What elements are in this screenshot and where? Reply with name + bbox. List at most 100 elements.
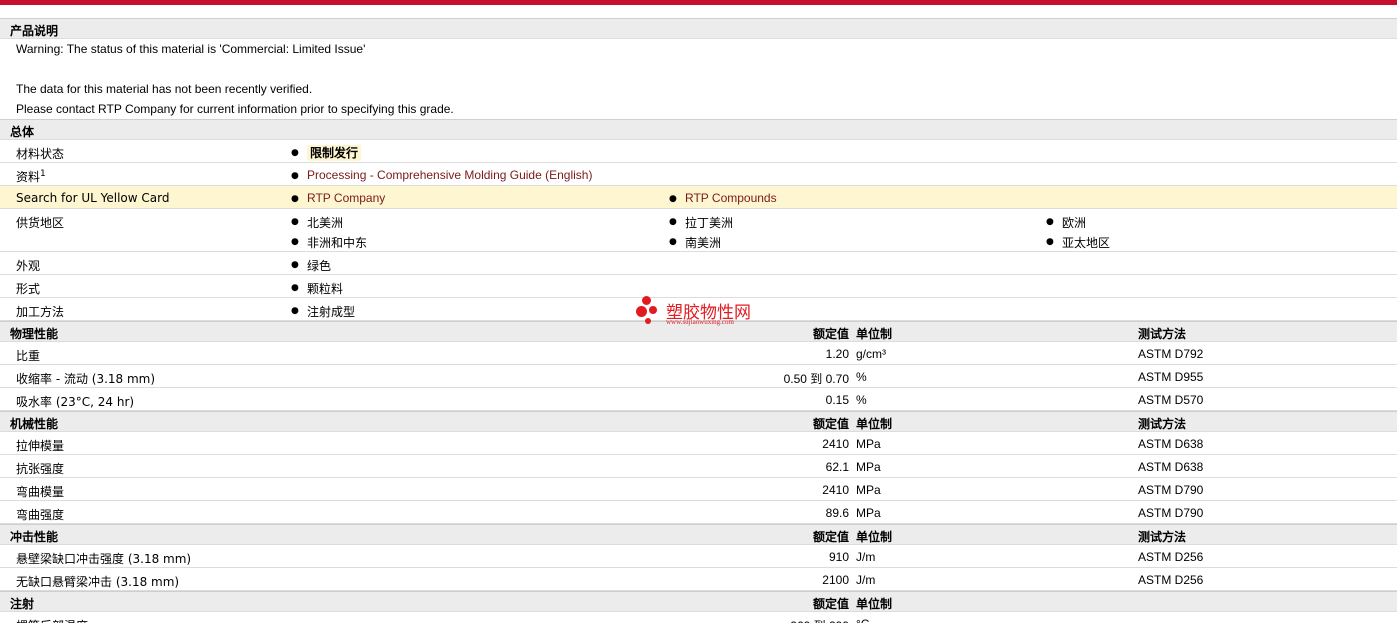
description-line: Please contact RTP Company for current i… [0,99,1397,119]
section-title: 总体 [10,125,35,139]
property-test-method: ASTM D256 [1138,550,1204,564]
general-value: 非洲和中东 [307,236,368,250]
general-rows: 材料状态 ● 限制发行资料1 ● Processing - Comprehensive … [0,140,1397,321]
site-watermark: 塑胶物性网 www.sujiaowuxing.com [636,296,766,330]
column-header-unit: 单位制 [856,327,893,341]
property-row: 悬壁梁缺口冲击强度 (3.18 mm) 910 J/m ASTM D256 [0,545,1397,568]
general-link[interactable]: Processing - Comprehensive Molding Guide… [307,168,592,182]
property-unit: % [856,393,867,407]
general-value: 颗粒料 [307,282,344,296]
property-test-method: ASTM D638 [1138,460,1204,474]
footnote-marker[interactable]: 1 [40,169,46,179]
property-label: 吸水率 (23°C, 24 hr) [16,395,135,409]
general-row-label: 加工方法 [16,303,64,320]
description-text: Warning: The status of this material is … [16,42,366,56]
general-row: 供货地区 ● 北美洲 ● 非洲和中东 ● 拉丁美洲 ● 南美洲 ● 欧洲 ● 亚太地区 [0,209,1397,252]
property-row: 无缺口悬臂梁冲击 (3.18 mm) 2100 J/m ASTM D256 [0,568,1397,591]
section-title: 产品说明 [10,24,59,38]
top-spacer [0,5,1397,18]
property-row: 螺筒后部温度 260 到 299 °C [0,612,1397,623]
general-link[interactable]: RTP Company [307,191,385,205]
general-row-label-text: 资料 [16,170,41,184]
property-value: 2410 [822,437,849,451]
property-unit: MPa [856,483,881,497]
column-header-nominal: 额定值 [812,417,849,431]
general-value: 绿色 [307,259,332,273]
property-unit: % [856,370,867,384]
property-value: 260 到 299 [790,617,849,623]
watermark-url: www.sujiaowuxing.com [666,318,734,326]
description-line: Warning: The status of this material is … [0,39,1397,59]
property-unit: g/cm³ [856,347,886,361]
general-row-label-text: 形式 [16,282,41,296]
property-test-method: ASTM D256 [1138,573,1204,587]
column-header-method: 测试方法 [1138,530,1187,544]
bullet-icon: ● [291,217,299,227]
property-value: 0.15 [825,393,849,407]
column-header-unit: 单位制 [856,417,893,431]
property-unit: J/m [856,550,876,564]
property-label: 拉伸模量 [16,439,65,453]
general-value: 欧洲 [1062,216,1087,230]
column-header-unit: 单位制 [856,530,893,544]
property-test-method: ASTM D955 [1138,370,1204,384]
general-row-label: 材料状态 [16,145,64,162]
property-row: 收缩率 - 流动 (3.18 mm) 0.50 到 0.70% ASTM D955 [0,365,1397,388]
general-row: 形式 ● 颗粒料 [0,275,1397,298]
bullet-icon: ● [291,283,299,293]
property-label: 弯曲强度 [16,508,65,522]
general-value: 北美洲 [307,216,344,230]
property-value: 0.50 到 0.70 [783,372,849,386]
bullet-icon: ● [669,217,677,227]
property-unit: MPa [856,460,881,474]
property-test-method: ASTM D570 [1138,393,1204,407]
property-value: 2100 [822,573,849,587]
general-link[interactable]: RTP Compounds [685,191,777,205]
property-row: 抗张强度 62.1 MPa ASTM D638 [0,455,1397,478]
general-value: 注射成型 [307,305,356,319]
property-unit: MPa [856,437,881,451]
description-lines: Warning: The status of this material is … [0,39,1397,119]
general-row-label: 资料1 [16,168,46,185]
section-header-general: 总体 [0,119,1397,140]
general-value: 拉丁美洲 [685,216,734,230]
general-row-label: Search for UL Yellow Card [16,191,169,205]
description-line [0,59,1397,79]
property-row: 吸水率 (23°C, 24 hr) 0.15% ASTM D570 [0,388,1397,411]
property-label: 螺筒后部温度 [16,617,88,623]
section-header: 机械性能 额定值 单位制 测试方法 [0,411,1397,432]
bullet-icon: ● [291,148,299,158]
description-line: The data for this material has not been … [0,79,1397,99]
bullet-icon: ● [669,237,677,247]
bullet-icon: ● [291,171,299,181]
bullet-icon: ● [1046,217,1054,227]
general-value: 限制发行 [307,144,362,161]
property-test-method: ASTM D790 [1138,483,1204,497]
general-row-label-text: 材料状态 [16,147,65,161]
general-row-label-text: 外观 [16,259,41,273]
description-text: The data for this material has not been … [16,82,313,96]
general-row: Search for UL Yellow Card ● RTP Company ● RT… [0,186,1397,209]
property-unit: MPa [856,506,881,520]
bullet-icon: ● [669,194,677,204]
property-label: 抗张强度 [16,462,65,476]
general-value: 南美洲 [685,236,722,250]
section-header: 冲击性能 额定值 单位制 测试方法 [0,524,1397,545]
bullet-icon: ● [291,260,299,270]
section-title: 注射 [10,597,35,611]
general-row-label-text: Search for UL Yellow Card [16,191,170,205]
property-sections: 物理性能 额定值 单位制 测试方法 比重 1.20 g/cm³ ASTM D792 收缩率 - … [0,321,1397,623]
general-row-label: 供货地区 [16,214,64,231]
property-row: 弯曲强度 89.6 MPa ASTM D790 [0,501,1397,524]
general-row-label: 形式 [16,280,40,297]
general-value: 亚太地区 [1062,236,1111,250]
description-text: Please contact RTP Company for current i… [16,102,454,116]
general-row: 资料1 ● Processing - Comprehensive Molding G… [0,163,1397,186]
section-header-description: 产品说明 [0,18,1397,39]
property-value: 2410 [822,483,849,497]
property-test-method: ASTM D638 [1138,437,1204,451]
column-header-nominal: 额定值 [812,597,849,611]
bullet-icon: ● [291,306,299,316]
section-title: 物理性能 [10,327,59,341]
column-header-nominal: 额定值 [812,530,849,544]
